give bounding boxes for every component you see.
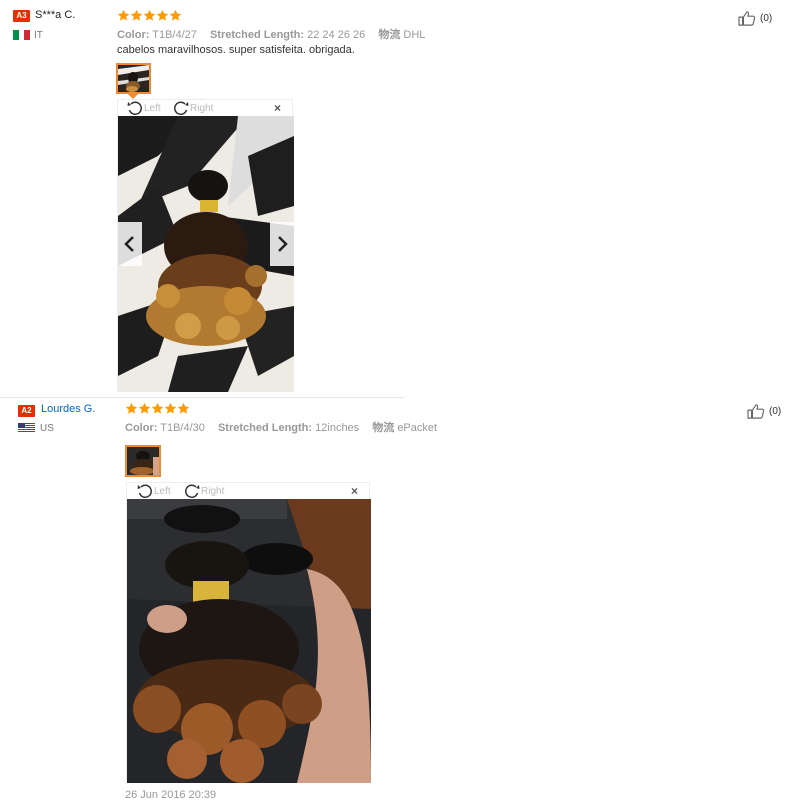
rotate-left-label: Left bbox=[144, 102, 161, 114]
helpful-button[interactable]: (0) bbox=[737, 10, 772, 26]
rotate-right-label: Right bbox=[190, 102, 214, 114]
review-item: A3 S***a C. IT Color: T1B/4/27 Stretched… bbox=[0, 0, 800, 398]
review-date: 26 Jun 2016 20:39 bbox=[125, 789, 217, 800]
attr-value-length: 22 24 26 26 bbox=[307, 29, 366, 41]
attr-key-length: Stretched Length: bbox=[209, 29, 305, 41]
thumbs-up-icon bbox=[746, 403, 766, 419]
usa-flag-icon bbox=[18, 423, 35, 433]
rotate-left-button[interactable]: Left bbox=[137, 483, 171, 499]
chevron-left-icon bbox=[124, 236, 134, 252]
attr-key-shipping: 物流 bbox=[378, 29, 401, 41]
star-rating bbox=[117, 9, 182, 22]
star-icon bbox=[169, 9, 182, 22]
attr-key-shipping: 物流 bbox=[372, 422, 395, 434]
order-attributes: Color: T1B/4/27 Stretched Length: 22 24 … bbox=[117, 26, 435, 42]
review-photo-thumbnail[interactable] bbox=[125, 445, 161, 477]
review-photo-thumbnail[interactable] bbox=[116, 63, 151, 94]
rotate-right-label: Right bbox=[201, 485, 225, 497]
close-viewer-button[interactable]: × bbox=[274, 101, 281, 115]
star-rating bbox=[125, 402, 190, 415]
rotate-left-label: Left bbox=[154, 485, 171, 497]
helpful-count: (0) bbox=[760, 12, 773, 24]
close-viewer-button[interactable]: × bbox=[351, 484, 358, 498]
star-icon bbox=[156, 9, 169, 22]
helpful-count: (0) bbox=[769, 405, 782, 417]
hair-photo-thumb-image bbox=[127, 447, 159, 475]
rotate-right-icon bbox=[184, 483, 200, 499]
italy-flag-icon bbox=[13, 30, 30, 40]
review-photo bbox=[118, 116, 294, 392]
attr-value-shipping: DHL bbox=[403, 29, 426, 41]
reviewer-country: IT bbox=[34, 30, 43, 41]
helpful-button[interactable]: (0) bbox=[746, 403, 781, 419]
hair-photo-zebra-image bbox=[118, 116, 294, 392]
buyer-level-badge: A3 bbox=[13, 10, 30, 22]
star-icon bbox=[177, 402, 190, 415]
next-photo-button[interactable] bbox=[270, 222, 294, 266]
review-item: A2 Lourdes G. US Color: T1B/4/30 Stretch… bbox=[0, 398, 800, 800]
reviewer-country: US bbox=[40, 423, 54, 434]
rotate-left-button[interactable]: Left bbox=[127, 100, 161, 116]
reviewer-name: S***a C. bbox=[35, 9, 76, 21]
order-attributes: Color: T1B/4/30 Stretched Length: 12inch… bbox=[125, 419, 447, 435]
star-icon bbox=[138, 402, 151, 415]
review-photo bbox=[127, 499, 371, 783]
attr-key-length: Stretched Length: bbox=[217, 422, 313, 434]
rotate-right-icon bbox=[173, 100, 189, 116]
photo-viewer: Left Right × bbox=[117, 99, 294, 392]
rotate-right-button[interactable]: Right bbox=[184, 483, 224, 499]
attr-key-color: Color: bbox=[125, 422, 158, 434]
rotate-right-button[interactable]: Right bbox=[173, 100, 213, 116]
reviewer-name[interactable]: Lourdes G. bbox=[41, 403, 95, 415]
attr-key-color: Color: bbox=[117, 29, 150, 41]
attr-value-shipping: ePacket bbox=[397, 422, 438, 434]
star-icon bbox=[143, 9, 156, 22]
attr-value-color: T1B/4/27 bbox=[152, 29, 197, 41]
hair-photo-car-image bbox=[127, 499, 371, 783]
chevron-right-icon bbox=[278, 236, 288, 252]
rotate-left-icon bbox=[137, 483, 153, 499]
buyer-level-badge: A2 bbox=[18, 405, 35, 417]
hair-photo-thumb-image bbox=[118, 65, 149, 92]
star-icon bbox=[164, 402, 177, 415]
photo-viewer: Left Right × bbox=[126, 482, 371, 783]
star-icon bbox=[117, 9, 130, 22]
rotate-left-icon bbox=[127, 100, 143, 116]
star-icon bbox=[125, 402, 138, 415]
star-icon bbox=[130, 9, 143, 22]
viewer-toolbar: Left Right × bbox=[118, 100, 292, 116]
previous-photo-button[interactable] bbox=[118, 222, 142, 266]
viewer-toolbar: Left Right × bbox=[127, 483, 369, 499]
star-icon bbox=[151, 402, 164, 415]
attr-value-length: 12inches bbox=[315, 422, 360, 434]
attr-value-color: T1B/4/30 bbox=[160, 422, 205, 434]
review-comment: cabelos maravilhosos. super satisfeita. … bbox=[117, 44, 355, 56]
thumbs-up-icon bbox=[737, 10, 757, 26]
